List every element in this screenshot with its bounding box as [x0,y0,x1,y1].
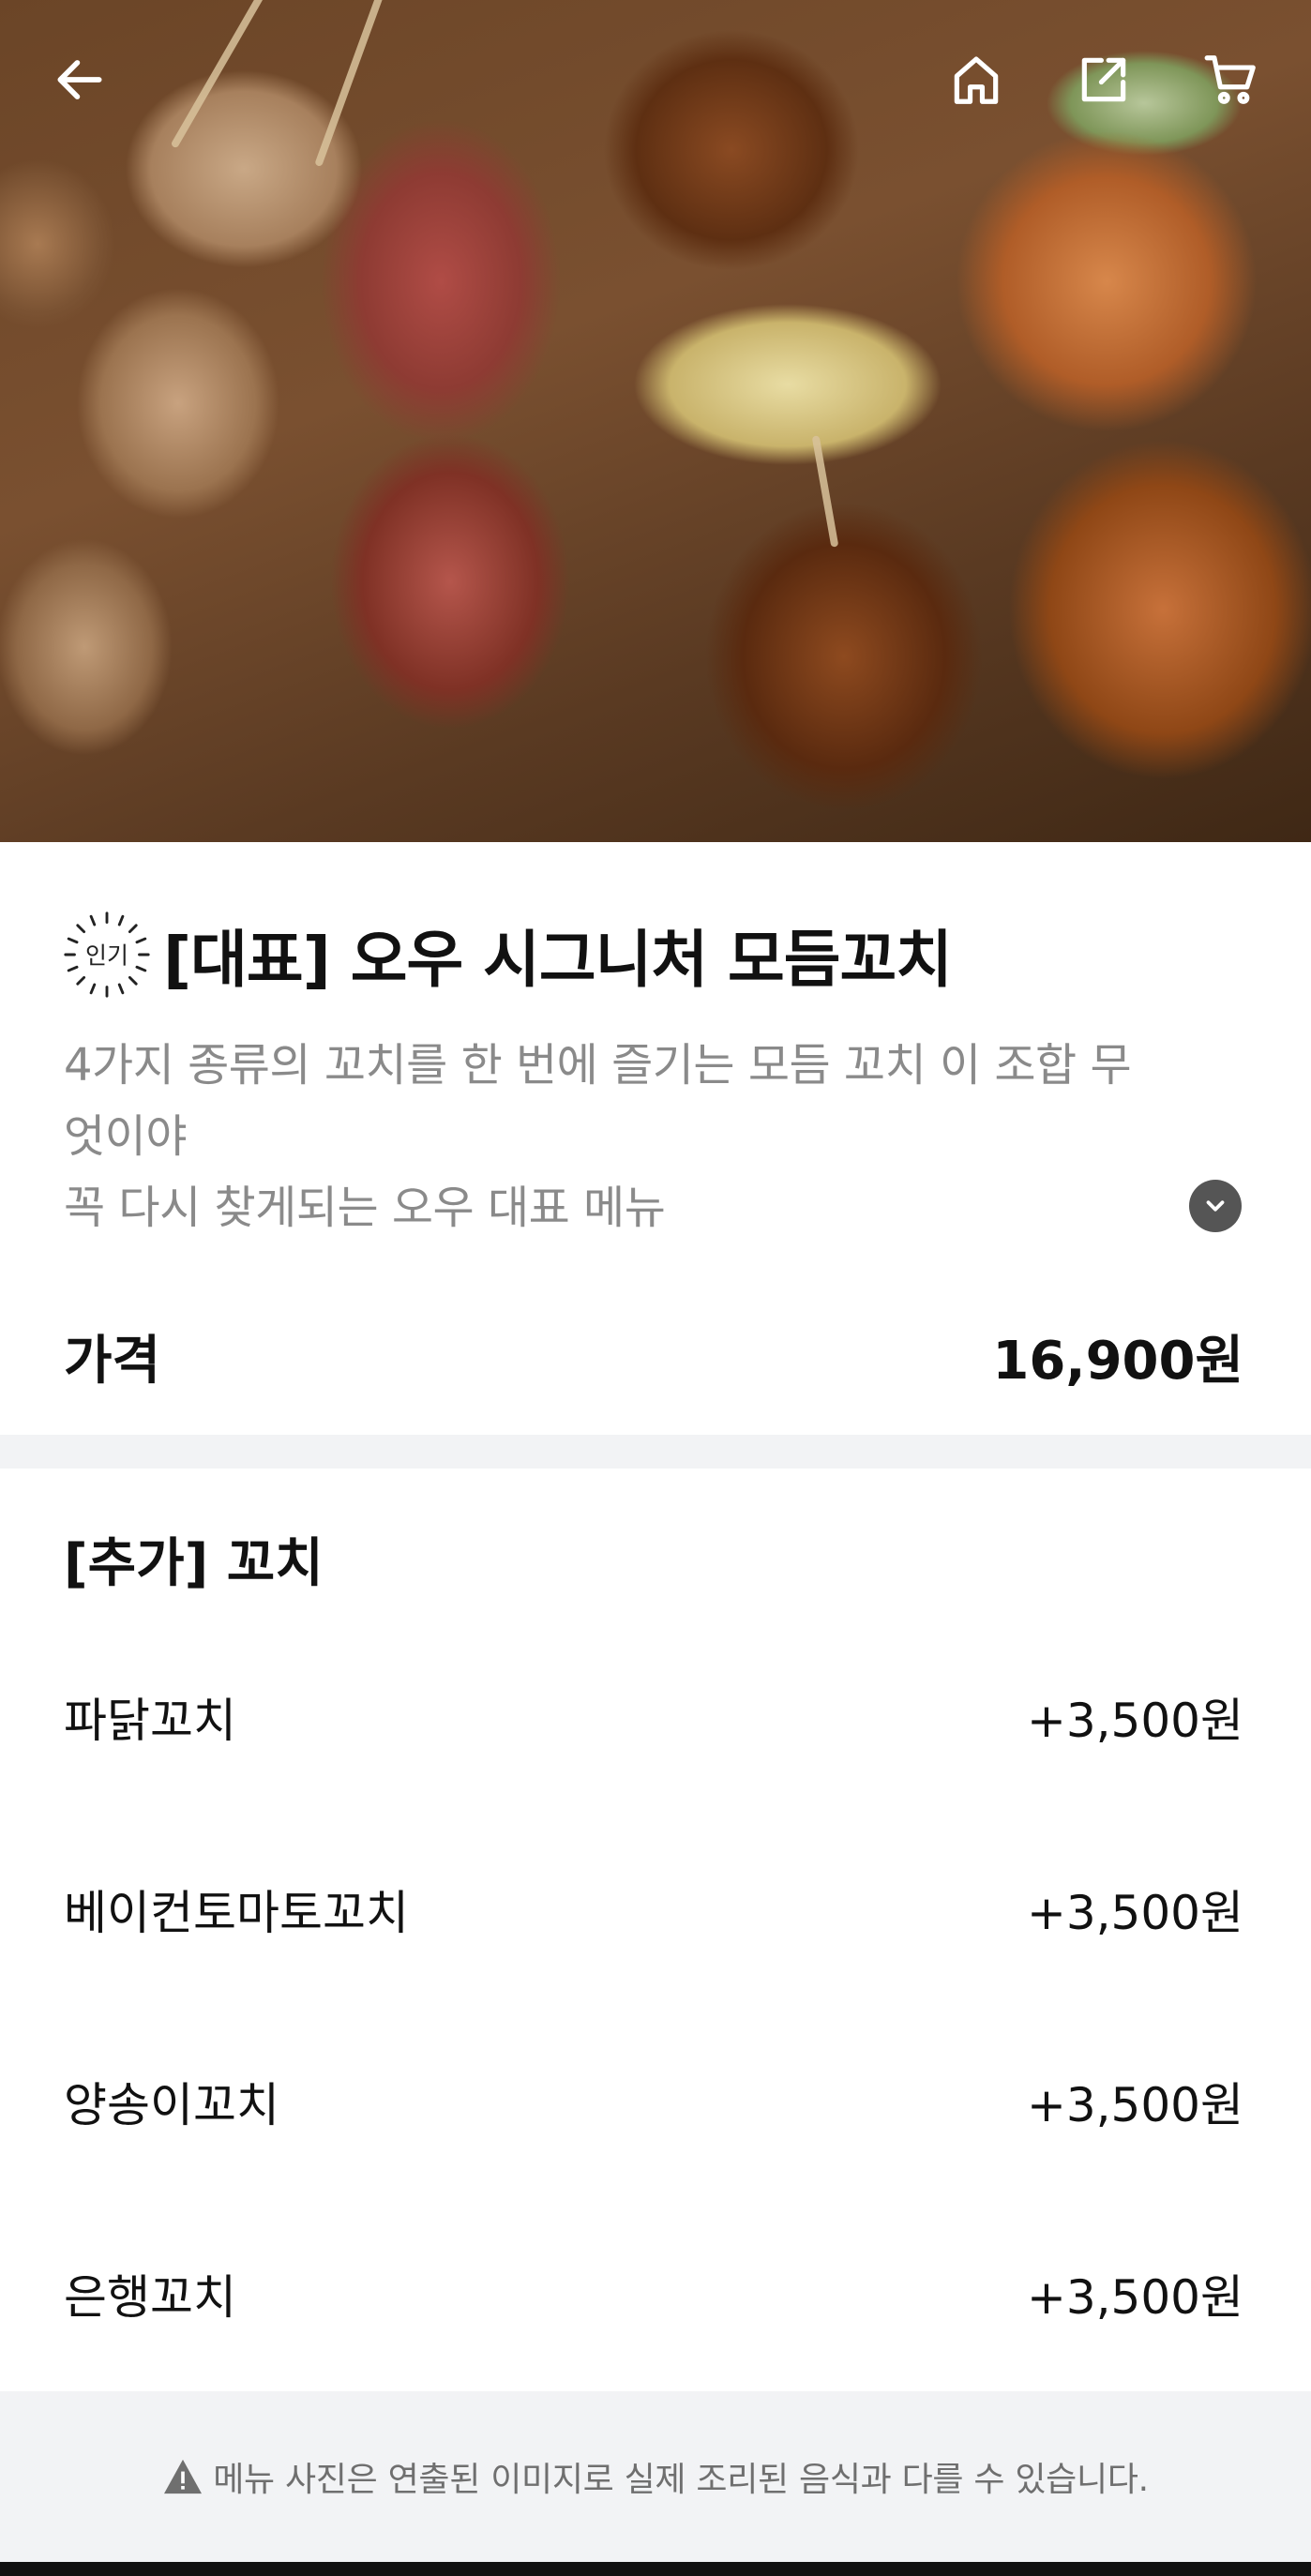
image-notice: 메뉴 사진은 연출된 이미지로 실제 조리된 음식과 다를 수 있습니다. [0,2391,1311,2562]
badge-label: 인기 [85,942,128,970]
description-line: 꼭 다시 찾게되는 오우 대표 메뉴 [64,1182,666,1234]
description-line: 엇이야 [64,1110,187,1163]
section-divider [0,1435,1311,1469]
option-price: +3,500원 [1026,2078,1243,2132]
product-description: 4가지 종류의 꼬치를 한 번에 즐기는 모듬 꼬치 이 조합 무 엇이야 꼭 … [64,1030,1255,1243]
option-price: +3,500원 [1026,2270,1243,2325]
option-item[interactable]: 베이컨토마토꼬치 +3,500원 [0,1830,1311,1989]
option-name: 베이컨토마토꼬치 [64,1886,409,1940]
product-info: 인기 [대표] 오우 시그니처 모듬꼬치 4가지 종류의 꼬치를 한 번에 즐기… [0,842,1311,1435]
arrow-left-icon [57,60,102,99]
warning-icon [164,2459,203,2494]
skewer-stick [811,435,839,548]
expand-description-button[interactable] [1189,1180,1242,1232]
option-item[interactable]: 양송이꼬치 +3,500원 [0,2022,1311,2181]
home-button[interactable] [943,47,1009,113]
notice-text: 메뉴 사진은 연출된 이미지로 실제 조리된 음식과 다를 수 있습니다. [213,2461,1149,2499]
product-title: [대표] 오우 시그니처 모듬꼬치 [163,924,953,996]
options-title: [추가] 꼬치 [64,1533,324,1594]
bottom-edge [0,2562,1311,2576]
option-name: 파닭꼬치 [64,1694,236,1748]
option-item[interactable]: 은행꼬치 +3,500원 [0,2214,1311,2373]
back-button[interactable] [47,47,113,113]
share-button[interactable] [1071,47,1137,113]
option-price: +3,500원 [1026,1694,1243,1748]
title-row: 인기 [대표] 오우 시그니처 모듬꼬치 [62,910,953,1000]
description-line: 4가지 종류의 꼬치를 한 번에 즐기는 모듬 꼬치 이 조합 무 [64,1039,1132,1092]
popular-badge: 인기 [64,911,150,998]
option-name: 양송이꼬치 [64,2078,279,2132]
option-price: +3,500원 [1026,1886,1243,1940]
option-item[interactable]: 파닭꼬치 +3,500원 [0,1637,1311,1797]
home-icon [954,56,999,104]
product-image [0,0,1311,842]
price-label: 가격 [64,1331,161,1392]
cart-icon [1204,55,1256,104]
chevron-down-icon [1206,1200,1225,1212]
option-name: 은행꼬치 [64,2270,236,2325]
skewer-stick [170,0,299,149]
cart-button[interactable] [1198,47,1264,113]
price-value: 16,900원 [992,1331,1243,1392]
share-icon [1081,57,1126,102]
options-section: [추가] 꼬치 파닭꼬치 +3,500원 베이컨토마토꼬치 +3,500원 양송… [0,1469,1311,2391]
skewer-stick [314,0,399,168]
